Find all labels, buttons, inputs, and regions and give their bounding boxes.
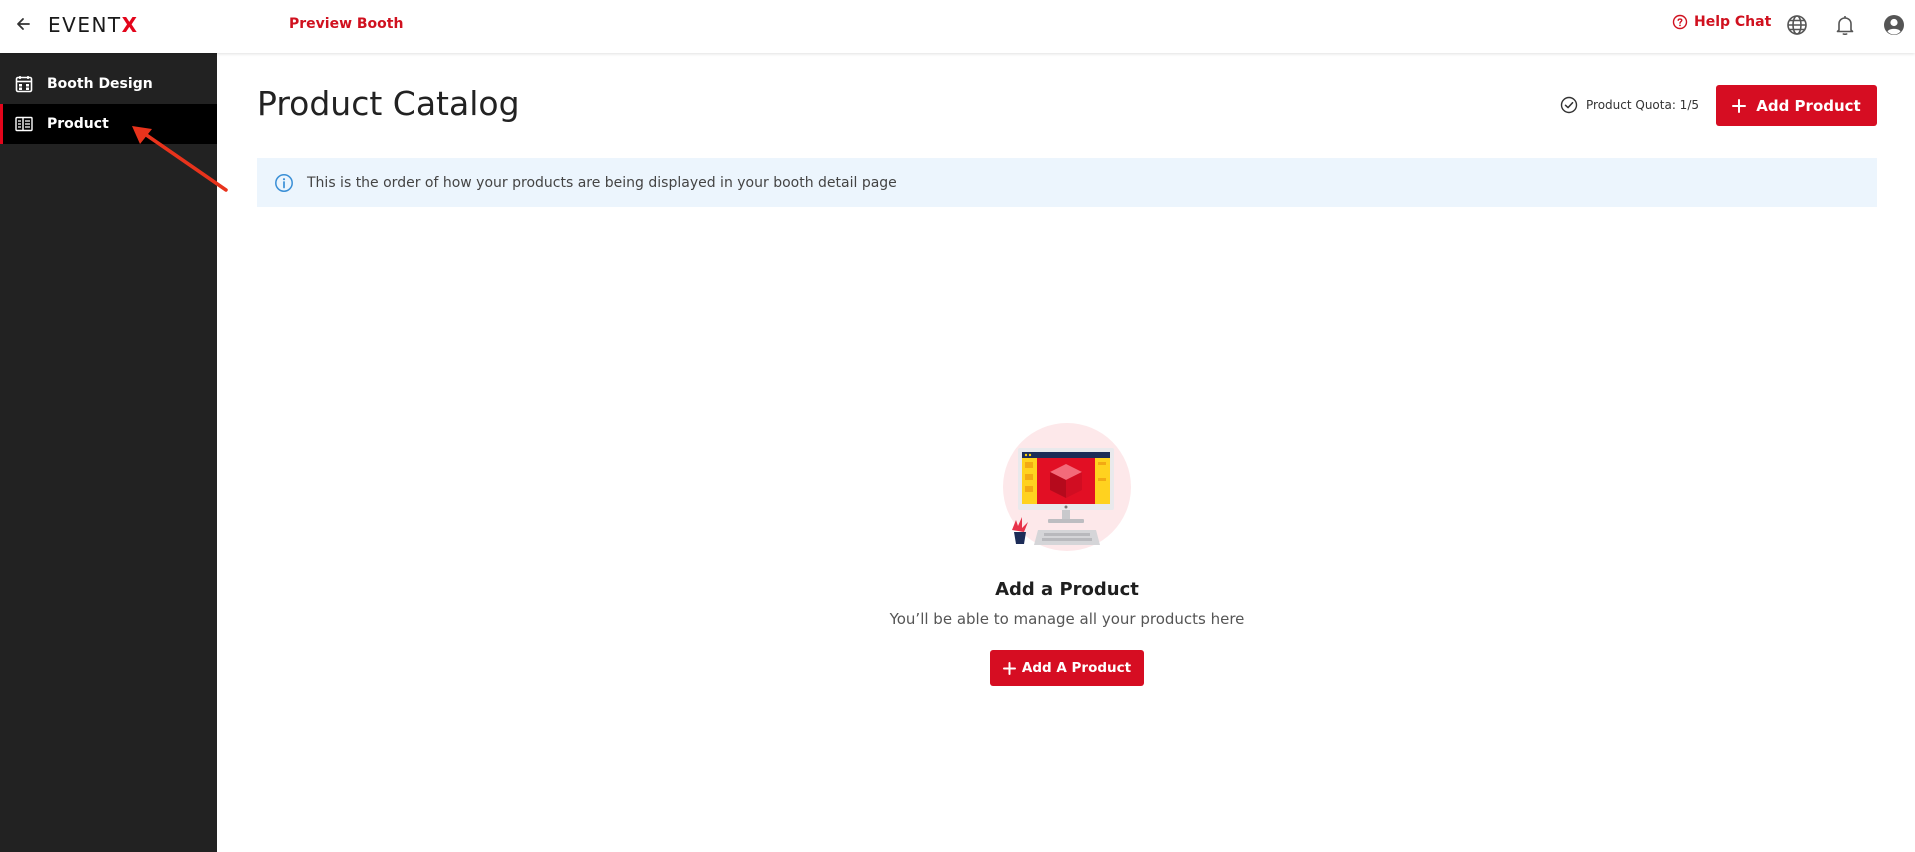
- annotation-arrow: [132, 126, 228, 192]
- add-product-button[interactable]: Add Product: [1716, 85, 1877, 126]
- preview-booth-link[interactable]: Preview Booth: [289, 16, 403, 32]
- booth-calendar-icon: [15, 76, 33, 93]
- empty-state-subtitle: You’ll be able to manage all your produc…: [889, 610, 1245, 628]
- top-bar: EVENTX Preview Booth Help Chat: [0, 0, 1915, 53]
- empty-product-illustration: [1003, 423, 1131, 551]
- sidebar-item-booth-design[interactable]: Booth Design: [0, 64, 217, 104]
- bell-icon[interactable]: [1833, 13, 1857, 37]
- product-quota: Product Quota: 1/5: [1560, 96, 1699, 114]
- globe-icon[interactable]: [1785, 13, 1809, 37]
- info-banner: This is the order of how your products a…: [257, 158, 1877, 207]
- check-circle-icon: [1560, 96, 1578, 114]
- sidebar-item-label: Product: [47, 116, 109, 132]
- page-title: Product Catalog: [257, 84, 520, 123]
- add-product-label: Add Product: [1756, 96, 1861, 115]
- add-a-product-button[interactable]: Add A Product: [990, 650, 1144, 686]
- info-icon: [275, 173, 293, 192]
- info-text: This is the order of how your products a…: [307, 174, 897, 191]
- eventx-logo[interactable]: EVENTX: [48, 14, 139, 36]
- plus-icon: [1002, 661, 1016, 675]
- quota-label: Product Quota: 1/5: [1586, 98, 1699, 112]
- sidebar-item-label: Booth Design: [47, 76, 153, 92]
- help-circle-icon: [1672, 14, 1688, 30]
- add-a-product-label: Add A Product: [1021, 660, 1132, 676]
- help-chat-label: Help Chat: [1694, 14, 1772, 30]
- plus-icon: [1732, 98, 1747, 113]
- user-avatar-icon[interactable]: [1882, 13, 1906, 37]
- help-chat-button[interactable]: Help Chat: [1672, 14, 1771, 30]
- empty-state-title: Add a Product: [995, 579, 1139, 600]
- product-list-icon: [15, 116, 33, 132]
- back-arrow-icon[interactable]: [13, 14, 33, 34]
